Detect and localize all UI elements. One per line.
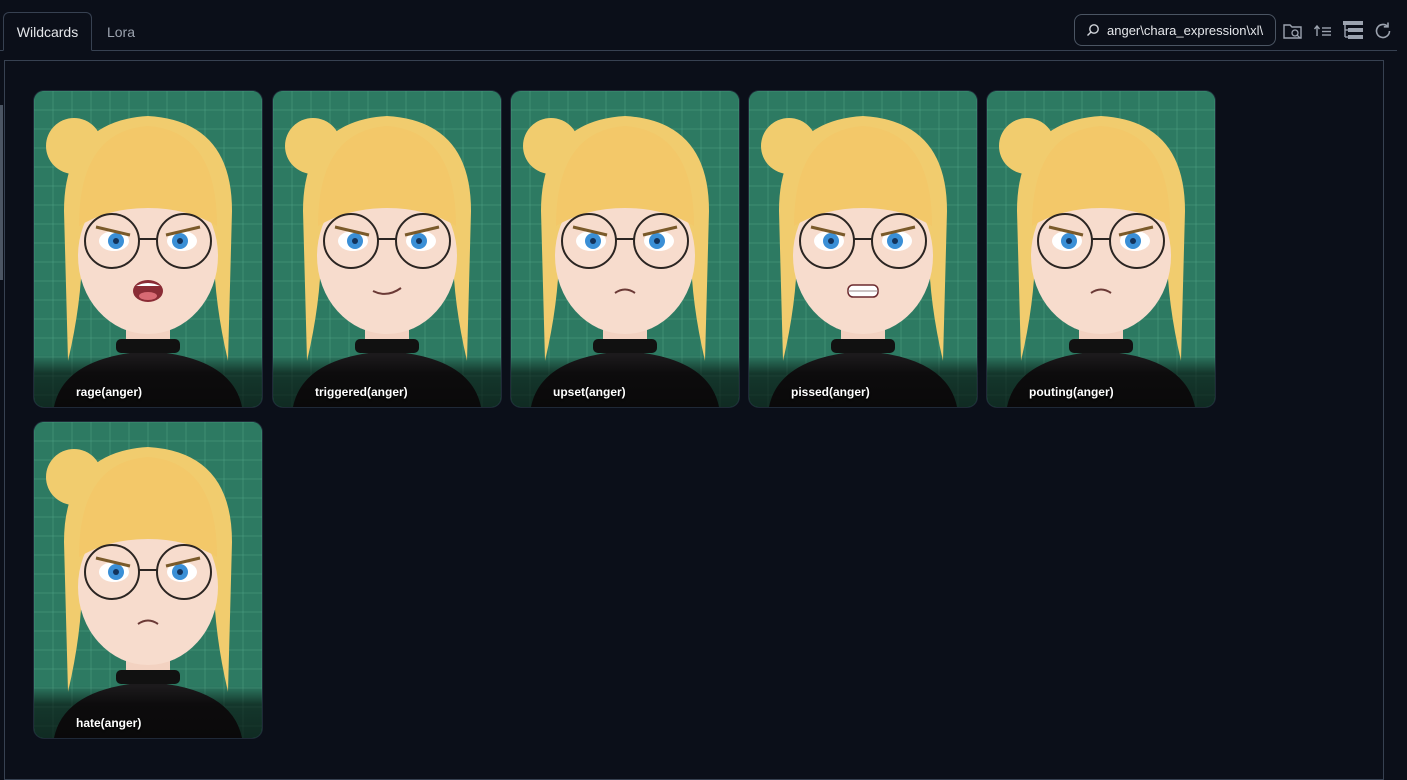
tabs-divider — [0, 50, 1397, 51]
search-box — [1074, 14, 1276, 46]
card-label: hate(anger) — [76, 716, 142, 730]
tab-lora[interactable]: Lora — [96, 12, 146, 51]
card-label: pissed(anger) — [791, 385, 870, 399]
tab-label: Lora — [106, 23, 136, 40]
label-gradient — [987, 355, 1215, 407]
tab-wildcards[interactable]: Wildcards — [3, 12, 92, 51]
card-label: triggered(anger) — [315, 385, 408, 399]
expression-card[interactable]: hate(anger) — [34, 422, 262, 738]
label-gradient — [34, 355, 262, 407]
left-scroll-indicator[interactable] — [0, 105, 3, 280]
expression-card[interactable]: pouting(anger) — [987, 91, 1215, 407]
tree-view-icon[interactable] — [1342, 20, 1364, 42]
card-label: upset(anger) — [553, 385, 626, 399]
card-label: pouting(anger) — [1029, 385, 1114, 399]
expression-card[interactable]: pissed(anger) — [749, 91, 977, 407]
expression-card[interactable]: rage(anger) — [34, 91, 262, 407]
label-gradient — [511, 355, 739, 407]
expression-card[interactable]: triggered(anger) — [273, 91, 501, 407]
expression-card[interactable]: upset(anger) — [511, 91, 739, 407]
tab-label: Wildcards — [16, 23, 79, 40]
sort-icon[interactable] — [1312, 20, 1334, 42]
top-bar: Wildcards Lora — [0, 0, 1407, 52]
refresh-icon[interactable] — [1372, 20, 1394, 42]
folder-search-icon[interactable] — [1282, 20, 1304, 42]
search-icon — [1081, 15, 1105, 45]
label-gradient — [34, 686, 262, 738]
label-gradient — [749, 355, 977, 407]
label-gradient — [273, 355, 501, 407]
search-input[interactable] — [1105, 21, 1275, 39]
card-label: rage(anger) — [76, 385, 143, 399]
